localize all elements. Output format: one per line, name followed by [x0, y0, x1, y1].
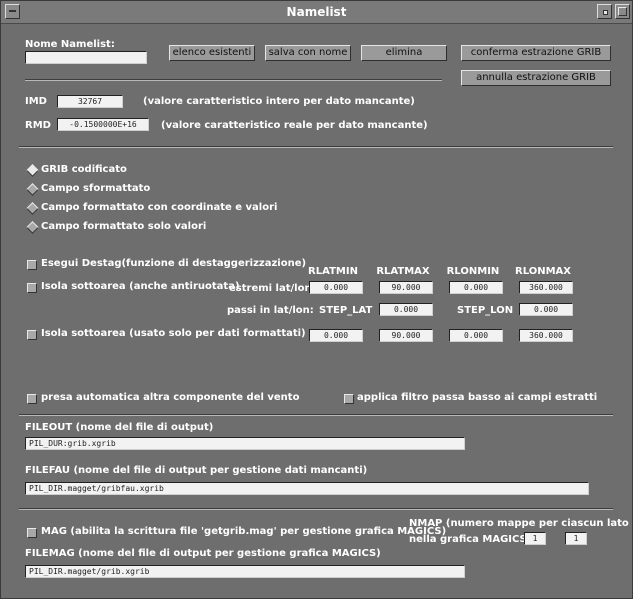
step-lon-label: STEP_LON	[457, 305, 514, 316]
filefau-label: FILEFAU (nome del file di output per ges…	[25, 465, 368, 476]
filemag-input[interactable]: PIL_DIR.magget/grib.xgrib	[25, 565, 465, 578]
filtro-passa-basso-checkbox[interactable]	[344, 394, 354, 404]
isola-sottoarea-formattati-label: Isola sottoarea (usato solo per dati for…	[41, 328, 306, 339]
conferma-estrazione-grib-button[interactable]: conferma estrazione GRIB	[461, 45, 611, 61]
filefau-input[interactable]: PIL_DIR.magget/gribfau.xgrib	[25, 482, 589, 495]
radio-campo-formattato-coordinate[interactable]	[26, 202, 39, 215]
isola1-rlatmin-input[interactable]: 0.000	[309, 281, 363, 294]
estremi-lat-lon-label: estremi lat/lon:	[229, 283, 316, 294]
column-header-rlatmax: RLATMAX	[376, 266, 430, 277]
column-header-rlonmax: RLONMAX	[515, 266, 571, 277]
rmd-description: (valore caratteristico reale per dato ma…	[161, 120, 428, 131]
annulla-estrazione-grib-button[interactable]: annulla estrazione GRIB	[461, 70, 611, 86]
nmap-label-line2: nella grafica MAGICS):	[409, 534, 536, 545]
minimize-button[interactable]	[597, 4, 612, 19]
separator	[19, 414, 613, 416]
salva-con-nome-button[interactable]: salva con nome	[265, 45, 351, 61]
mag-checkbox[interactable]	[27, 528, 37, 538]
destag-checkbox[interactable]	[27, 260, 37, 270]
radio-grib-codificato[interactable]	[26, 164, 39, 177]
separator	[25, 79, 442, 81]
passi-lat-lon-label: passi in lat/lon:	[227, 305, 314, 316]
isola1-rlonmax-input[interactable]: 360.000	[519, 281, 573, 294]
radio-label-campo-sformattato: Campo sformattato	[41, 183, 151, 194]
step-lon-input[interactable]: 0.000	[519, 303, 573, 316]
imd-label: IMD	[25, 96, 47, 107]
namelist-name-input[interactable]	[25, 51, 147, 64]
destag-label: Esegui Destag(funzione di destaggerizzaz…	[41, 258, 307, 269]
step-lat-label: STEP_LAT	[319, 305, 373, 316]
radio-label-grib-codificato: GRIB codificato	[41, 164, 127, 175]
rmd-input[interactable]: -0.1500000E+16	[57, 118, 149, 131]
elimina-button[interactable]: elimina	[361, 45, 447, 61]
isola-sottoarea-formattati-checkbox[interactable]	[27, 330, 37, 340]
radio-campo-sformattato[interactable]	[26, 183, 39, 196]
filemag-label: FILEMAG (nome del file di output per ges…	[25, 548, 381, 559]
column-header-rlatmin: RLATMIN	[308, 266, 358, 277]
fileout-input[interactable]: PIL_DUR:grib.xgrib	[25, 437, 465, 450]
imd-input[interactable]: 32767	[57, 95, 123, 108]
separator	[19, 508, 613, 510]
isola2-rlonmin-input[interactable]: 0.000	[449, 329, 503, 342]
imd-description: (valore caratteristico intero per dato m…	[143, 96, 415, 107]
elenco-esistenti-button[interactable]: elenco esistenti	[169, 45, 255, 61]
separator	[19, 146, 613, 148]
nmap-label-line1: NMAP (numero mappe per ciascun lato	[409, 518, 629, 529]
column-header-rlonmin: RLONMIN	[446, 266, 500, 277]
isola-sottoarea-antiruotata-checkbox[interactable]	[27, 283, 37, 293]
isola-sottoarea-antiruotata-label: Isola sottoarea (anche antiruotata)	[41, 281, 240, 292]
isola2-rlatmax-input[interactable]: 90.000	[379, 329, 433, 342]
rmd-label: RMD	[25, 120, 51, 131]
title-bar[interactable]: Namelist	[1, 1, 632, 24]
mag-label: MAG (abilita la scrittura file 'getgrib.…	[41, 526, 447, 537]
maximize-button[interactable]	[615, 4, 630, 19]
namelist-name-label: Nome Namelist:	[25, 39, 115, 50]
fileout-label: FILEOUT (nome del file di output)	[25, 422, 214, 433]
presa-automatica-vento-label: presa automatica altra componente del ve…	[41, 392, 300, 403]
isola1-rlatmax-input[interactable]: 90.000	[379, 281, 433, 294]
nmap-input-1[interactable]: 1	[524, 532, 546, 545]
filtro-passa-basso-label: applica filtro passa basso ai campi estr…	[357, 392, 598, 403]
step-lat-input[interactable]: 0.000	[379, 303, 433, 316]
isola1-rlonmin-input[interactable]: 0.000	[449, 281, 503, 294]
radio-campo-formattato-valori[interactable]	[26, 221, 39, 234]
isola2-rlatmin-input[interactable]: 0.000	[309, 329, 363, 342]
window-title: Namelist	[286, 5, 347, 19]
namelist-window: Namelist Nome Namelist: elenco esistenti…	[0, 0, 633, 599]
nmap-input-2[interactable]: 1	[565, 532, 587, 545]
isola2-rlonmax-input[interactable]: 360.000	[519, 329, 573, 342]
presa-automatica-vento-checkbox[interactable]	[27, 394, 37, 404]
radio-label-campo-formattato-valori: Campo formattato solo valori	[41, 221, 207, 232]
radio-label-campo-formattato-coordinate: Campo formattato con coordinate e valori	[41, 202, 278, 213]
